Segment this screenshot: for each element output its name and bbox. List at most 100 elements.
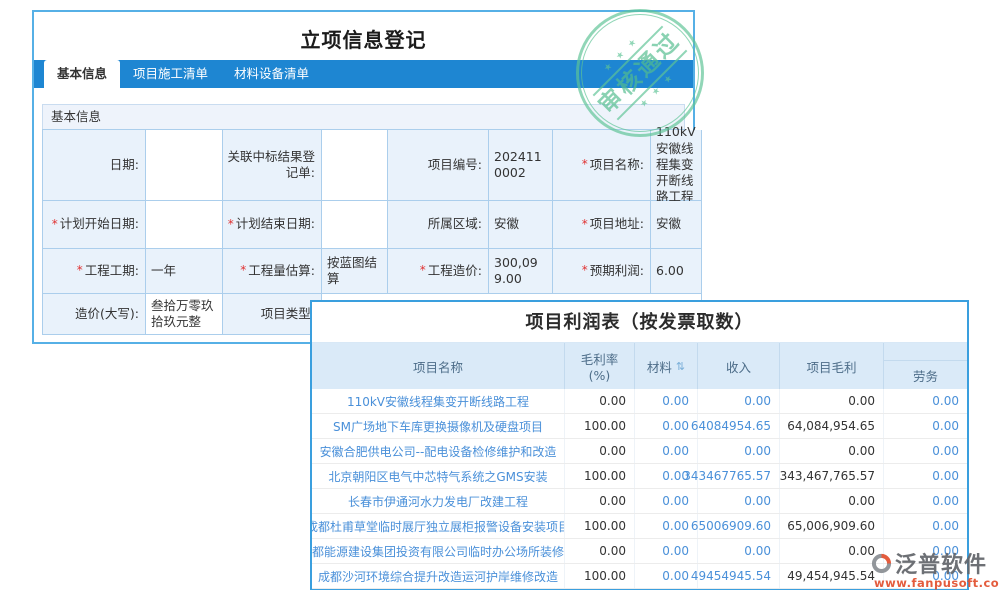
column-header-gross-margin: 毛利率 (%) [565, 343, 635, 389]
field-label-related-bid-form: 关联中标结果登记单: [223, 130, 322, 201]
material-value: 0.00 [635, 489, 698, 513]
labor-value: 0.00 [932, 519, 959, 533]
section-header-basic-info: 基本信息 [42, 104, 685, 129]
income-value: 64084954.65 [691, 414, 780, 438]
project-name-link[interactable]: 110kV安徽线程集变开断线路工程 [312, 389, 565, 413]
income-value: 0.00 [698, 539, 780, 563]
column-header-labor-top [884, 343, 967, 361]
field-label-cost-in-words: 造价(大写): [43, 294, 146, 335]
tab-basic-info[interactable]: 基本信息 [44, 60, 121, 88]
field-label-region: 所属区域: [388, 201, 489, 249]
field-value-project-cost: 300,099.00 [489, 249, 553, 294]
income-value: 0.00 [698, 389, 780, 413]
labor-value: 0.00 [932, 394, 959, 408]
gross-margin-value: 100.00 [565, 514, 635, 538]
gross-profit-value: 49,454,945.54 [780, 564, 884, 588]
field-label-project-number: 项目编号: [388, 130, 489, 201]
income-value: 0.00 [698, 439, 780, 463]
project-name-link[interactable]: 成都沙河环境综合提升改造运河护岸维修改造 [312, 564, 565, 588]
table-row: 北京朝阳区电气中芯特气系统之GMS安装 100.00 0.00 343467765.5… [312, 464, 967, 489]
field-label-text: 项目类型: [260, 305, 315, 321]
field-label-expected-profit: * 预期利润: [553, 249, 651, 294]
field-label-text: 计划开始日期: [59, 216, 139, 232]
gross-margin-value: 0.00 [565, 439, 635, 463]
gross-profit-value: 0.00 [780, 389, 884, 413]
field-value-quantity-estimate: 按蓝图结算 [322, 249, 388, 294]
column-header-gross-profit: 项目毛利 [780, 343, 884, 389]
field-label-date: 日期: [43, 130, 146, 201]
tab-material-equipment-list[interactable]: 材料设备清单 [221, 60, 322, 88]
income-value: 49454945.54 [691, 564, 780, 588]
labor-value: 0.00 [932, 419, 959, 433]
sort-icon[interactable]: ⇅ [676, 360, 685, 373]
field-value-project-duration: 一年 [146, 249, 223, 294]
column-header-unit: (%) [588, 368, 611, 383]
field-label-project-cost: * 工程造价: [388, 249, 489, 294]
field-label-project-address: * 项目地址: [553, 201, 651, 249]
column-header-text: 材料 [646, 359, 672, 375]
field-label-text: 项目地址: [589, 216, 644, 232]
vendor-logo: 泛普软件 www.fanpusoft.com [870, 547, 1000, 590]
profit-table-header: 项目名称 毛利率 (%) 材料 ⇅ 收入 项目毛利 劳务 [312, 343, 967, 389]
labor-value: 0.00 [932, 494, 959, 508]
gross-profit-value: 0.00 [780, 439, 884, 463]
field-label-text: 所属区域: [427, 216, 482, 232]
gross-margin-value: 100.00 [565, 414, 635, 438]
field-label-text: 工程工期: [84, 262, 139, 278]
column-header-text: 毛利率 [580, 352, 619, 367]
income-value: 65006909.60 [691, 514, 780, 538]
vendor-name: 泛普软件 [895, 553, 988, 578]
form-body: 基本信息 日期: 关联中标结果登记单: 项目编号: 2024110002 * 项目… [34, 88, 702, 335]
required-mark: * [51, 216, 58, 231]
project-name-link[interactable]: 成都杜甫草堂临时展厅独立展柜报警设备安装项目 [312, 514, 565, 538]
field-label-project-type: 项目类型: [223, 294, 322, 335]
project-name-link[interactable]: 安徽合肥供电公司--配电设备检修维护和改造 [312, 439, 565, 463]
field-label-project-duration: * 工程工期: [43, 249, 146, 294]
field-value-cost-in-words: 叁拾万零玖拾玖元整 [146, 294, 223, 335]
table-row: 成都杜甫草堂临时展厅独立展柜报警设备安装项目 100.00 0.00 65006909… [312, 514, 967, 539]
required-mark: * [240, 263, 247, 278]
profit-table-body: 110kV安徽线程集变开断线路工程 0.00 0.00 0.00 0.00 0.00 SM广… [312, 389, 967, 589]
required-mark: * [419, 263, 426, 278]
column-header-material[interactable]: 材料 ⇅ [635, 343, 698, 389]
table-row: 长春市伊通河水力发电厂改建工程 0.00 0.00 0.00 0.00 0.00 [312, 489, 967, 514]
field-label-text: 工程造价: [427, 262, 482, 278]
gross-margin-value: 0.00 [565, 539, 635, 563]
table-row: 110kV安徽线程集变开断线路工程 0.00 0.00 0.00 0.00 0.00 [312, 389, 967, 414]
tab-bar: 基本信息 项目施工清单 材料设备清单 [34, 60, 693, 88]
fanpu-logo-icon [871, 553, 892, 573]
tab-construction-list[interactable]: 项目施工清单 [120, 60, 221, 88]
field-value-date[interactable] [146, 130, 223, 201]
vendor-url[interactable]: www.fanpusoft.com [870, 576, 1000, 590]
material-value: 0.00 [635, 389, 698, 413]
required-mark: * [581, 157, 588, 172]
field-label-quantity-estimate: * 工程量估算: [223, 249, 322, 294]
field-value-plan-end-date[interactable] [322, 201, 388, 249]
project-name-link[interactable]: SM广场地下车库更换摄像机及硬盘项目 [312, 414, 565, 438]
field-label-plan-start-date: * 计划开始日期: [43, 201, 146, 249]
field-value-project-address: 安徽 [651, 201, 702, 249]
material-value: 0.00 [635, 414, 698, 438]
field-value-plan-start-date[interactable] [146, 201, 223, 249]
profit-table-title: 项目利润表（按发票取数） [312, 302, 967, 343]
field-value-related-bid-form[interactable] [322, 130, 388, 201]
project-registration-panel: 立项信息登记 基本信息 项目施工清单 材料设备清单 基本信息 日期: 关联中标结… [32, 10, 702, 344]
project-name-link[interactable]: 成都能源建设集团投资有限公司临时办公场所装修改 [312, 539, 565, 563]
project-name-link[interactable]: 长春市伊通河水力发电厂改建工程 [312, 489, 565, 513]
column-header-income: 收入 [698, 343, 780, 389]
field-label-text: 计划结束日期: [235, 216, 315, 232]
required-mark: * [581, 263, 588, 278]
required-mark: * [76, 263, 83, 278]
income-value: 0.00 [698, 489, 780, 513]
material-value: 0.00 [635, 439, 698, 463]
labor-value: 0.00 [932, 469, 959, 483]
table-row: 安徽合肥供电公司--配电设备检修维护和改造 0.00 0.00 0.00 0.00 0.0… [312, 439, 967, 464]
gross-profit-value: 0.00 [780, 489, 884, 513]
field-label-text: 预期利润: [589, 262, 644, 278]
material-value: 0.00 [635, 514, 698, 538]
gross-margin-value: 0.00 [565, 489, 635, 513]
column-header-project-name: 项目名称 [312, 343, 565, 389]
project-name-link[interactable]: 北京朝阳区电气中芯特气系统之GMS安装 [312, 464, 565, 488]
field-label-text: 项目名称: [589, 156, 644, 172]
field-label-text: 造价(大写): [75, 305, 139, 321]
